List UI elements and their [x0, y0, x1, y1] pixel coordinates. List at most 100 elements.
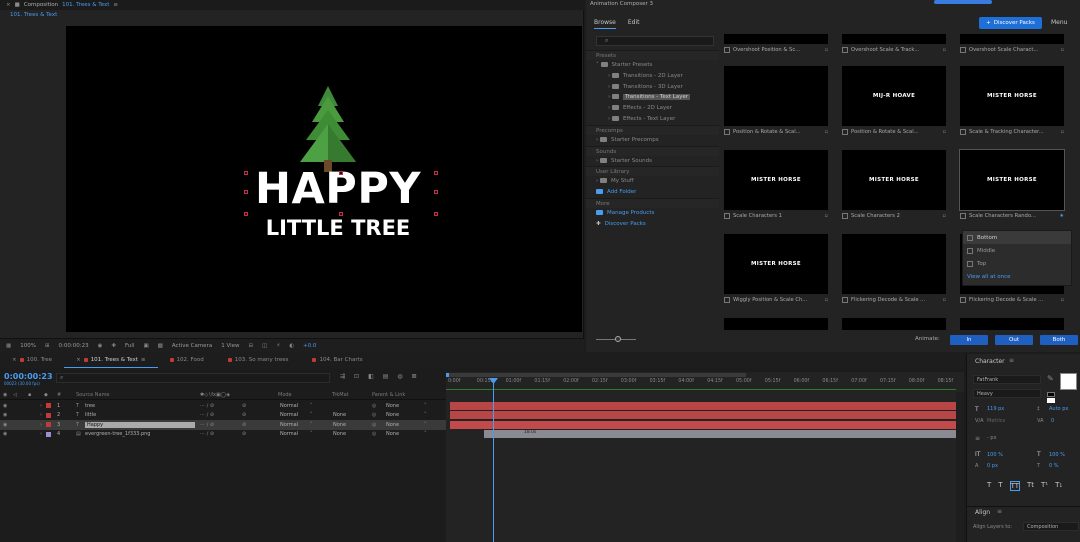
font-family-select[interactable]: FatFrank: [973, 375, 1041, 384]
faux-italic-icon[interactable]: T: [998, 481, 1002, 491]
visibility-icon[interactable]: ◉: [3, 431, 7, 437]
preset-thumbnail[interactable]: MISTER HORSE: [842, 150, 946, 210]
horizontal-scale-value[interactable]: 100 %: [1049, 452, 1065, 458]
parent-header[interactable]: Parent & Link: [372, 392, 405, 398]
preset-thumbnail[interactable]: [724, 318, 828, 330]
tree-item-effects-2d[interactable]: › Effects - 2D Layer: [586, 103, 719, 114]
lock-icon[interactable]: ■: [15, 2, 20, 8]
layer-row[interactable]: ◉ › 4 ▤ evergreen-tree_1f333.png ⋯ ∕ ⊘ ⊘ Normal…: [0, 430, 446, 440]
preset-card[interactable]: MISTER HORSE Wiggly Position & Scale Ch..…: [724, 234, 828, 306]
layer-switches[interactable]: ⋯ ∕ ⊘: [200, 431, 214, 437]
layer-duration-bar[interactable]: 18.0s: [484, 430, 956, 438]
tree-item-starter-precomps[interactable]: › Starter Precomps: [586, 135, 719, 146]
tree-item-starter-sounds[interactable]: › Starter Sounds: [586, 156, 719, 167]
link-icon[interactable]: ⊘: [242, 403, 246, 409]
preset-thumbnail[interactable]: MISTER HORSE: [959, 149, 1065, 211]
transform-handle[interactable]: [244, 212, 248, 216]
leading-value[interactable]: Auto px: [1049, 406, 1068, 412]
kerning-value[interactable]: Metrics: [987, 418, 1005, 424]
preset-card[interactable]: MISTER HORSE Scale Characters 2 ▫: [842, 150, 946, 222]
layer-name[interactable]: little: [85, 412, 96, 418]
layer-name[interactable]: evergreen-tree_1f333.png: [85, 431, 150, 437]
menu-icon[interactable]: ≡: [1009, 357, 1014, 364]
visibility-icon[interactable]: ◉: [3, 403, 7, 409]
layer-label-color[interactable]: [46, 422, 51, 427]
tracking-value[interactable]: 0: [1051, 418, 1054, 424]
preset-thumbnail[interactable]: [724, 34, 828, 44]
eyedropper-icon[interactable]: ✎: [1047, 374, 1054, 383]
trkmat-select[interactable]: None: [333, 431, 346, 437]
happy-text-layer[interactable]: HAPPY: [238, 168, 438, 211]
views-select[interactable]: 1 View: [221, 343, 239, 349]
close-icon[interactable]: ×: [76, 357, 81, 363]
composition-flowchart-icon[interactable]: ⇶: [340, 373, 345, 380]
favorite-icon[interactable]: ▫: [942, 297, 946, 303]
favorite-icon[interactable]: ▫: [942, 213, 946, 219]
tab-comp-102[interactable]: 102. Food: [158, 352, 216, 368]
visibility-icon[interactable]: ◉: [3, 412, 7, 418]
current-timecode[interactable]: 0:00:00:23: [4, 372, 53, 381]
tree-item-my-stuff[interactable]: › My Stuff: [586, 176, 719, 187]
preset-thumbnail[interactable]: MISTER HORSE: [960, 66, 1064, 126]
layer-switches[interactable]: ⋯ ∕ ⊘: [200, 412, 214, 418]
favorite-icon[interactable]: ▫: [824, 47, 828, 53]
fast-preview-icon[interactable]: ⚡: [276, 343, 280, 349]
link-icon[interactable]: ⊘: [242, 412, 246, 418]
baseline-value[interactable]: 0 px: [987, 463, 998, 469]
parent-select[interactable]: None: [386, 403, 399, 409]
twirl-icon[interactable]: ›: [40, 412, 42, 418]
zoom-select[interactable]: 100%: [20, 343, 36, 349]
font-style-select[interactable]: Heavy: [973, 389, 1041, 398]
add-folder-link[interactable]: Add Folder: [586, 187, 719, 198]
trkmat-select[interactable]: None: [333, 412, 346, 418]
tab-comp-101[interactable]: × 101. Trees & Text ≡: [64, 352, 158, 368]
tab-comp-100[interactable]: × 100. Tree: [0, 352, 64, 368]
tree-item-transitions-3d[interactable]: › Transitions - 3D Layer: [586, 82, 719, 93]
trkmat-select[interactable]: None: [333, 422, 346, 428]
tsume-value[interactable]: 0 %: [1049, 463, 1059, 469]
exposure-icon[interactable]: ◐: [289, 343, 294, 349]
transform-handle[interactable]: [434, 190, 438, 194]
menu-icon[interactable]: ≡: [141, 357, 146, 363]
favorite-icon[interactable]: ▫: [1060, 297, 1064, 303]
transform-handle[interactable]: [434, 171, 438, 175]
fill-color-swatch[interactable]: [1060, 373, 1077, 390]
preset-card[interactable]: MISTER HORSE Scale Characters Rando... ★: [959, 149, 1065, 222]
favorite-icon[interactable]: ▫: [824, 129, 828, 135]
preset-thumbnail[interactable]: [842, 34, 946, 44]
blend-mode-select[interactable]: Normal: [280, 403, 298, 409]
preset-card[interactable]: Overshoot Position & Sc... ▫: [724, 34, 828, 56]
preset-thumbnail[interactable]: MIJ-R HOAVE: [842, 66, 946, 126]
dropdown-option-middle[interactable]: Middle: [963, 244, 1071, 257]
tab-comp-104[interactable]: 104. Bar Charts: [300, 352, 374, 368]
favorite-icon[interactable]: ▫: [1060, 129, 1064, 135]
preset-card[interactable]: Position & Rotate & Scal... ▫: [724, 66, 828, 138]
view-all-at-once-link[interactable]: View all at once: [963, 270, 1071, 283]
pickwhip-icon[interactable]: ◎: [372, 431, 376, 437]
layout-icon[interactable]: ⊟: [249, 343, 254, 349]
animate-in-button[interactable]: In: [950, 335, 988, 345]
shy-icon[interactable]: ◧: [368, 373, 374, 380]
favorite-icon[interactable]: ▫: [942, 129, 946, 135]
tab-browse[interactable]: Browse: [594, 19, 616, 29]
transparency-icon[interactable]: ▩: [158, 343, 163, 349]
pickwhip-icon[interactable]: ◎: [372, 412, 376, 418]
graph-editor-icon[interactable]: ⊠: [412, 373, 417, 380]
layer-duration-bar[interactable]: [450, 401, 956, 410]
layer-switches[interactable]: ⋯ ∕ ⊘: [200, 422, 214, 428]
little-tree-text-layer[interactable]: LITTLE TREE: [238, 218, 438, 239]
frame-blend-icon[interactable]: ▤: [383, 373, 389, 380]
preset-thumbnail[interactable]: [842, 318, 946, 330]
transform-handle[interactable]: [339, 171, 343, 175]
parent-select[interactable]: None: [386, 431, 399, 437]
twirl-icon[interactable]: ›: [40, 431, 42, 437]
layer-name[interactable]: Happy: [85, 421, 195, 428]
menu-button[interactable]: Menu: [1051, 19, 1067, 26]
faux-bold-icon[interactable]: T: [987, 481, 991, 491]
preset-card[interactable]: MISTER HORSE Scale & Tracking Character..…: [960, 66, 1064, 138]
motion-blur-icon[interactable]: ◍: [397, 373, 402, 380]
evergreen-tree-image[interactable]: [298, 84, 358, 176]
preset-thumbnail[interactable]: [960, 318, 1064, 330]
subscript-icon[interactable]: T₁: [1055, 481, 1062, 491]
visibility-icon[interactable]: ◉: [3, 422, 7, 428]
